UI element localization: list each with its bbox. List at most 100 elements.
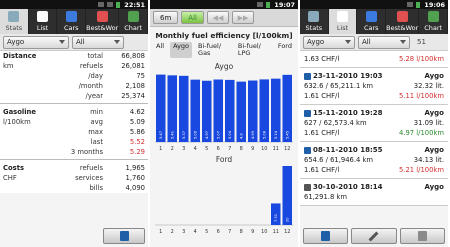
series-chip[interactable]: Bi-fuel/ LPG	[235, 42, 272, 58]
list-icon	[337, 11, 349, 22]
tab-cars[interactable]: Cars	[357, 9, 387, 34]
add-bill-button[interactable]	[399, 228, 445, 244]
wrench-icon	[369, 231, 379, 241]
stat-row: bills 4,090	[0, 183, 148, 193]
tab-stats[interactable]: Stats	[300, 9, 329, 34]
tab-chart[interactable]: Chart	[419, 9, 448, 34]
item-text: 654.6 / 61,946.4 km	[304, 156, 374, 164]
list-item[interactable]: 15-11-2010 19:28 Aygo 627 / 62,573.4 km 31.…	[300, 105, 448, 142]
bar-value-label: 7.31	[274, 214, 278, 222]
chart-ford-title: Ford	[215, 154, 233, 164]
item-detail: 1.63 CHF/l	[304, 55, 339, 63]
stat-value: 1,760	[125, 174, 145, 182]
stat-row: /month 2,108	[0, 81, 148, 91]
next-button[interactable]: ▶▶	[231, 11, 254, 24]
tab-chart[interactable]: Chart	[119, 9, 148, 34]
list-item[interactable]: 23-11-2010 19:03 Aygo 632.6 / 65,211.1 km 3…	[300, 68, 448, 105]
item-value: 5.11 l/100km	[399, 92, 444, 100]
car-select[interactable]: Aygo	[303, 35, 355, 49]
series-chip[interactable]: Aygo	[170, 42, 193, 58]
car-icon	[365, 11, 377, 22]
signal-icon	[107, 2, 114, 7]
bar-value-label: 5.06	[193, 130, 197, 139]
add-refuel-button[interactable]	[303, 228, 349, 244]
section-unit: CHF	[3, 174, 17, 182]
stat-row: km refuels 26,081	[0, 61, 148, 71]
x-tick-label: 8	[240, 229, 243, 235]
x-tick-label: 1	[159, 146, 162, 152]
period-all-button[interactable]: All	[181, 11, 204, 24]
stat-value: 5.86	[129, 128, 145, 136]
item-text: 4.97 l/100km	[398, 129, 444, 137]
tab-bestwor[interactable]: Best&Wor	[86, 9, 120, 34]
trophy-icon	[96, 11, 108, 22]
bar-value-label: 4.97	[205, 131, 209, 139]
add-refuel-button[interactable]	[103, 228, 145, 244]
trophy-icon	[396, 11, 408, 22]
list-item[interactable]: 1.63 CHF/l 5.28 l/100km	[300, 51, 448, 68]
item-value: Aygo	[424, 109, 444, 117]
bar-value-label: 5.45	[285, 131, 289, 139]
bar-value-label: 5.47	[159, 131, 163, 139]
stats-icon	[8, 11, 20, 22]
fuel-select-value: All	[76, 38, 85, 46]
status-bar: 19:06	[300, 0, 448, 9]
tab-stats[interactable]: Stats	[0, 9, 29, 34]
tab-bestwor[interactable]: Best&Wor	[386, 9, 420, 34]
item-detail: 61,291.8 km	[304, 193, 347, 201]
tab-list[interactable]: List	[328, 9, 358, 34]
stat-label: /month	[78, 82, 103, 90]
chevron-down-icon	[345, 40, 351, 44]
stat-value: 1,965	[125, 164, 145, 172]
stat-value: 5.09	[129, 118, 145, 126]
car-select-value: Aygo	[307, 38, 325, 46]
period-bar: 6m All ◀◀ ▶▶	[150, 9, 298, 27]
x-tick-label: 7	[228, 229, 231, 235]
bar-8	[236, 81, 246, 142]
wifi-icon	[257, 2, 264, 7]
tab-label: Cars	[363, 24, 379, 32]
stat-row: /year 25,374	[0, 91, 148, 101]
series-chip[interactable]: All	[153, 42, 167, 58]
car-select[interactable]: Aygo	[3, 35, 69, 49]
stat-label: last	[90, 138, 103, 146]
stat-row: Gasoline min 4.62	[0, 107, 148, 117]
tab-label: List	[336, 24, 349, 32]
tab-label: Chart	[124, 24, 143, 32]
prev-button[interactable]: ◀◀	[206, 11, 229, 24]
x-tick-label: 11	[273, 146, 279, 152]
series-chip[interactable]: Bi-fuel/ Gas	[195, 42, 232, 58]
stat-row: CHF services 1,760	[0, 173, 148, 183]
item-row: 1.61 CHF/l 5.21 l/100km	[304, 165, 444, 175]
fuel-select[interactable]: All	[358, 35, 410, 49]
add-service-button[interactable]	[351, 228, 397, 244]
list-item[interactable]: 08-11-2010 18:55 Aygo 654.6 / 61,946.4 km 3…	[300, 142, 448, 179]
tab-cars[interactable]: Cars	[57, 9, 87, 34]
period-6m-button[interactable]: 6m	[153, 11, 179, 24]
item-value: 5.21 l/100km	[399, 166, 444, 174]
wifi-icon	[98, 2, 105, 7]
bar-value-label: 4.9	[239, 132, 243, 138]
item-row: 627 / 62,573.4 km 31.09 lit.	[304, 118, 444, 128]
tab-list[interactable]: List	[29, 9, 58, 34]
chart-title: Monthly fuel efficiency [l/100km]	[155, 31, 293, 40]
status-bar: 19:07	[150, 0, 298, 9]
stat-label: bills	[89, 184, 103, 192]
battery-icon	[266, 1, 271, 8]
stat-value: 4,090	[125, 184, 145, 192]
stat-label: /year	[85, 92, 103, 100]
item-text: Aygo	[424, 72, 444, 80]
stat-row: Distance total 66,808	[0, 51, 148, 61]
list-item[interactable]: 30-10-2010 18:14 Aygo 61,291.8 km	[300, 179, 448, 206]
series-chip[interactable]: Ford	[275, 42, 295, 58]
stat-row: max 5.86	[0, 127, 148, 137]
bottom-actions	[303, 228, 445, 244]
bar-12	[282, 165, 292, 225]
tab-label: Chart	[424, 24, 443, 32]
item-row: 1.63 CHF/l 5.28 l/100km	[304, 54, 444, 64]
x-tick-label: 5	[205, 146, 208, 152]
stat-value: 66,808	[121, 52, 145, 60]
x-tick-label: 6	[217, 229, 220, 235]
fuel-select[interactable]: All	[72, 35, 124, 49]
list-screen: 19:06 Stats List Cars Best&Wor Chart Aygo Al…	[300, 0, 448, 247]
